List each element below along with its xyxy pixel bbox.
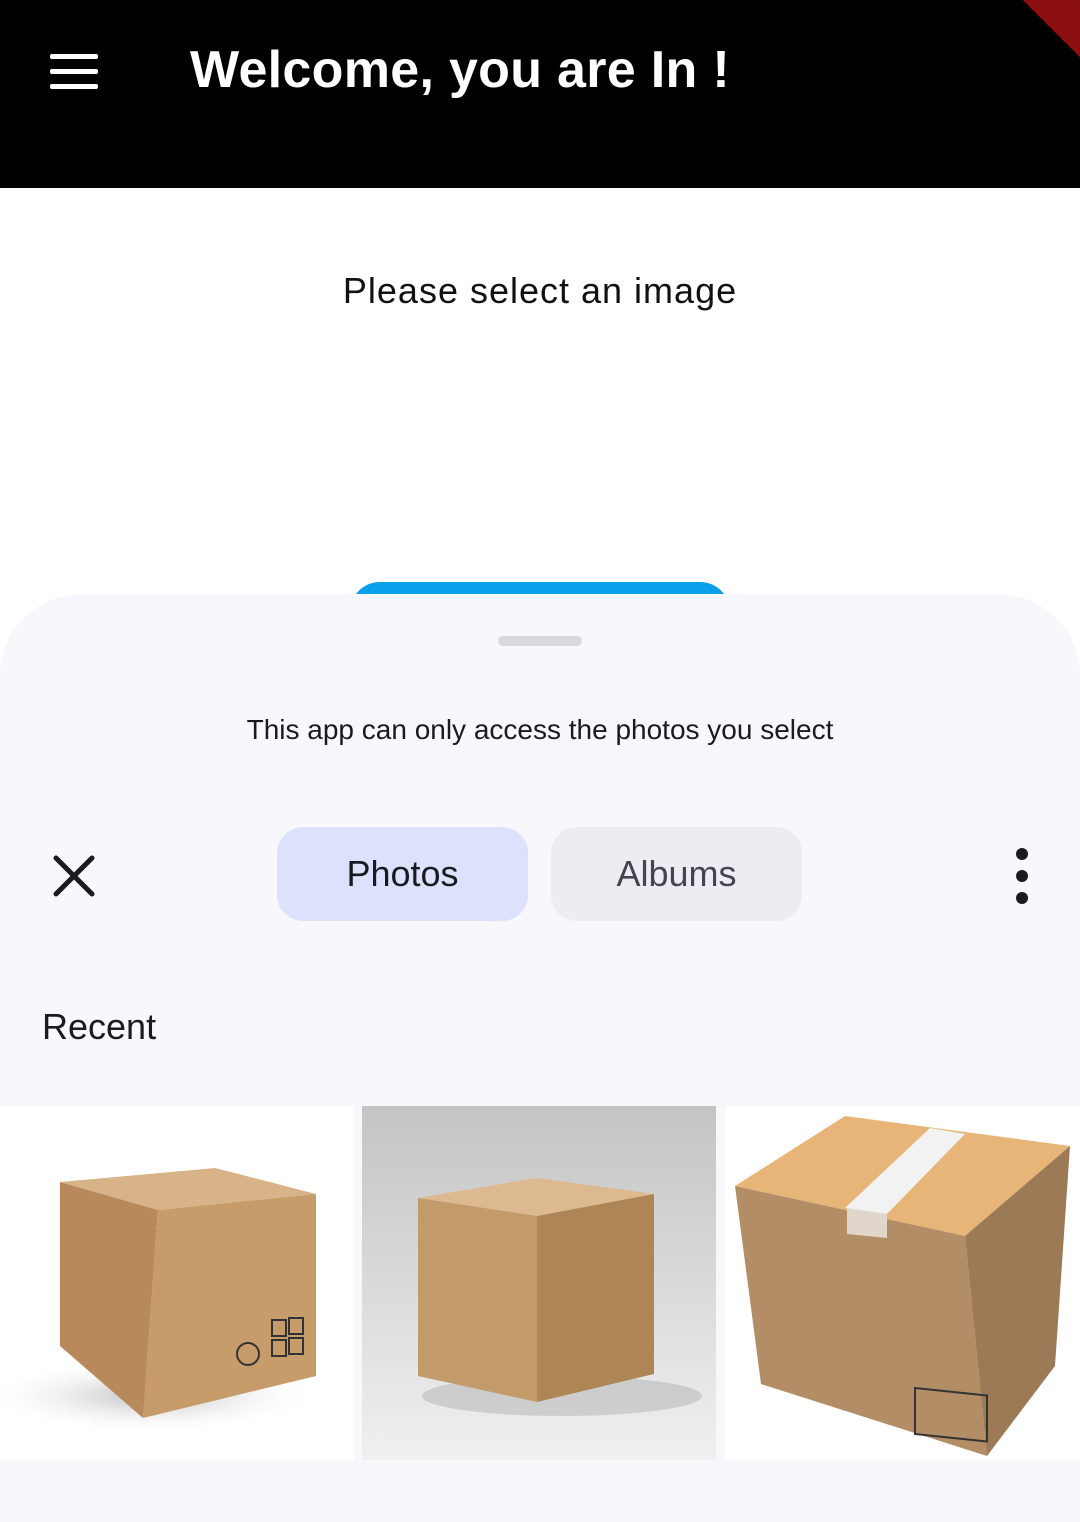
more-vertical-icon[interactable] <box>1002 846 1042 906</box>
hamburger-menu-icon[interactable] <box>36 40 112 104</box>
select-image-prompt: Please select an image <box>342 270 738 311</box>
photo-thumbnail[interactable] <box>0 1106 354 1460</box>
drag-handle[interactable] <box>498 636 582 646</box>
cardboard-box-image <box>0 1168 320 1434</box>
debug-banner <box>1019 0 1080 60</box>
section-title-recent: Recent <box>42 1006 157 1047</box>
app-bar-title: Welcome, you are In ! <box>190 41 730 99</box>
tab-photos[interactable]: Photos <box>277 827 528 921</box>
photo-thumbnail[interactable] <box>725 1106 1080 1460</box>
cardboard-box-image <box>418 1178 702 1416</box>
photo-picker-sheet: This app can only access the photos you … <box>0 594 1080 1522</box>
app-bar: Welcome, you are In ! <box>0 0 1080 188</box>
tab-albums[interactable]: Albums <box>551 827 802 921</box>
close-icon[interactable] <box>44 846 104 906</box>
photo-thumbnail[interactable] <box>362 1106 716 1460</box>
access-notice: This app can only access the photos you … <box>246 714 834 745</box>
cardboard-box-image <box>735 1116 1070 1456</box>
